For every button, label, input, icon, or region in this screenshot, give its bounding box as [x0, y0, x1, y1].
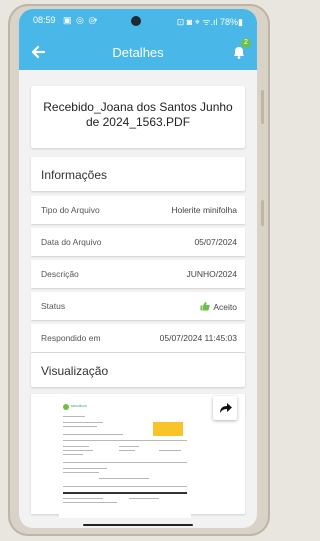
- info-label: Data do Arquivo: [41, 237, 102, 247]
- share-button[interactable]: [213, 396, 237, 420]
- status-notification-icons: ▣ ◎ ◎: [63, 15, 98, 25]
- doc-line: [99, 478, 149, 479]
- file-name: Recebido_Joana dos Santos Junho de 2024_…: [43, 100, 233, 129]
- screen: 08:59 ▣ ◎ ◎ • ⊡ ◙ ⌖ ᯤ.ıl 78%▮ Detalhes 2…: [19, 9, 257, 528]
- info-label: Status: [41, 301, 66, 311]
- doc-line: [63, 468, 107, 469]
- doc-line: [63, 486, 187, 487]
- logo-icon: [63, 404, 69, 410]
- doc-line: [129, 498, 159, 499]
- info-row-status: Status Aceito: [31, 292, 245, 320]
- doc-line: [63, 472, 99, 473]
- notification-badge: 2: [241, 38, 251, 48]
- doc-line: [63, 498, 103, 499]
- info-label: Descrição: [41, 269, 79, 279]
- file-name-card: Recebido_Joana dos Santos Junho de 2024_…: [31, 86, 245, 148]
- power-button: [261, 200, 264, 226]
- doc-line: [63, 454, 83, 455]
- info-label: Tipo do Arquivo: [41, 205, 100, 215]
- app-bar: Detalhes 2: [19, 35, 257, 70]
- info-row-description: Descrição JUNHO/2024: [31, 260, 245, 288]
- preview-heading: Visualização: [41, 364, 109, 378]
- doc-line: [63, 422, 103, 423]
- info-value: Holerite minifolha: [171, 205, 237, 215]
- doc-logo-text: secullum: [71, 403, 87, 408]
- doc-line: [63, 440, 187, 441]
- document-thumbnail: secullum: [59, 400, 191, 518]
- doc-line: [63, 446, 89, 447]
- doc-line: [159, 450, 181, 451]
- status-time: 08:59: [33, 15, 56, 25]
- volume-button: [261, 90, 264, 124]
- doc-line: [63, 502, 117, 503]
- info-heading: Informações: [41, 168, 108, 182]
- doc-line: [63, 416, 85, 417]
- document-preview[interactable]: secullum: [31, 394, 245, 518]
- doc-line: [63, 426, 97, 427]
- doc-highlight-box: [153, 422, 183, 436]
- home-indicator[interactable]: [83, 524, 193, 526]
- info-section-header: Informações: [31, 157, 245, 191]
- share-icon: [220, 403, 232, 413]
- status-value: Aceito: [200, 301, 237, 312]
- doc-line: [119, 450, 135, 451]
- thumbs-up-icon: [200, 301, 211, 311]
- info-row-responded-at: Respondido em 05/07/2024 11:45:03: [31, 324, 245, 352]
- doc-line: [119, 446, 139, 447]
- preview-section-header: Visualização: [31, 353, 245, 387]
- doc-line: [63, 462, 187, 463]
- info-value: JUNHO/2024: [186, 269, 237, 279]
- info-row-file-type: Tipo do Arquivo Holerite minifolha: [31, 196, 245, 224]
- doc-line: [63, 450, 93, 451]
- info-row-file-date: Data do Arquivo 05/07/2024: [31, 228, 245, 256]
- info-value: 05/07/2024: [194, 237, 237, 247]
- page-title: Detalhes: [112, 45, 164, 60]
- navigation-bar: [19, 521, 257, 528]
- status-bar: 08:59 ▣ ◎ ◎ • ⊡ ◙ ⌖ ᯤ.ıl 78%▮: [19, 9, 257, 35]
- doc-table-header: [63, 492, 187, 494]
- status-dot: •: [94, 15, 98, 25]
- camera-cutout: [131, 16, 141, 26]
- doc-line: [63, 434, 123, 435]
- status-text: Aceito: [213, 302, 237, 312]
- info-label: Respondido em: [41, 333, 101, 343]
- status-system-icons: ⊡ ◙ ⌖ ᯤ.ıl 78%▮: [176, 17, 243, 27]
- info-value: 05/07/2024 11:45:03: [159, 333, 237, 343]
